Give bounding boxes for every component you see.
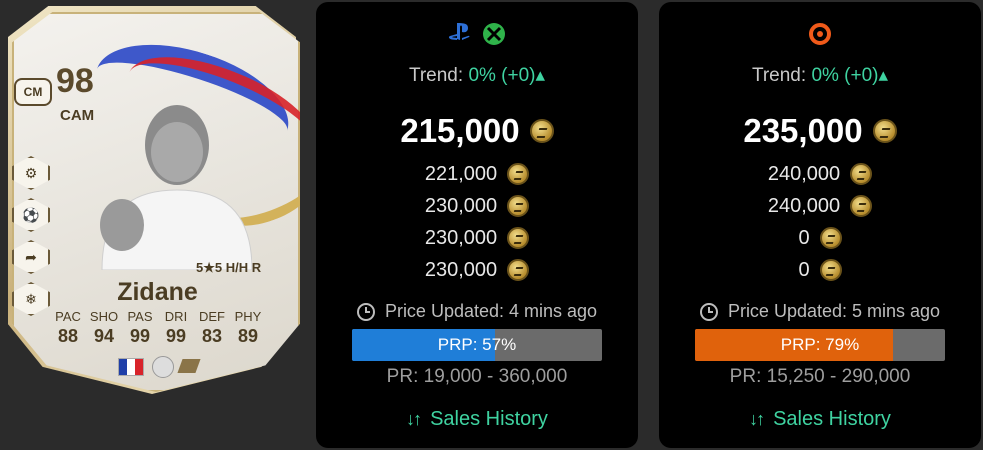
sort-arrows-icon: ↓↑	[406, 409, 422, 429]
stat-value: 99	[129, 326, 151, 346]
price-updated-text: Price Updated: 4 mins ago	[384, 301, 598, 321]
trend-up-arrow-icon: ▴	[535, 65, 546, 86]
stat-value: 99	[165, 326, 187, 346]
trend-value: 0% (+0)	[811, 65, 879, 86]
coin-icon	[850, 195, 873, 217]
price-value: 240,000	[767, 194, 841, 217]
platform-icons	[316, 22, 638, 46]
price-value: 230,000	[424, 226, 498, 249]
player-name: Zidane	[117, 278, 198, 306]
sales-history-button[interactable]: ↓↑ Sales History	[659, 408, 981, 431]
trend-text: Trend: 0% (+0)▴	[659, 64, 981, 87]
platform-icons	[659, 22, 981, 46]
price-row: 230,000	[316, 222, 638, 254]
coin-icon	[507, 195, 530, 217]
league-icon	[152, 356, 174, 378]
price-row: 230,000	[316, 190, 638, 222]
player-rating: 98	[56, 62, 94, 100]
price-range: PR: 19,000 - 360,000	[386, 366, 568, 387]
coin-icon	[529, 119, 554, 143]
lowest-price: 215,000	[316, 112, 638, 150]
price-value: 240,000	[767, 162, 841, 185]
nation-flag-icon	[118, 358, 144, 376]
coin-icon	[819, 259, 842, 281]
price-row: 240,000	[659, 158, 981, 190]
flag-stripe	[135, 359, 143, 375]
coin-icon	[850, 163, 873, 185]
stat-value: 89	[237, 326, 259, 346]
stat-value: 83	[201, 326, 223, 346]
stat-labels: PAC SHO PAS DRI DEF PHY	[50, 309, 266, 324]
prp-label: PRP: 57%	[437, 335, 517, 354]
price-row: 0	[659, 254, 981, 286]
playstation-icon	[448, 23, 470, 40]
trend-value: 0% (+0)	[468, 65, 536, 86]
stat-label: DRI	[164, 309, 188, 324]
trend-label: Trend:	[408, 65, 464, 86]
sales-history-button[interactable]: ↓↑ Sales History	[316, 408, 638, 431]
player-card[interactable]: 98 CM CAM ⚙ ⚽ ➦ ❄ 5★5 H/H R Zidane PAC S…	[0, 0, 315, 450]
coin-icon	[872, 119, 897, 143]
price-value: 230,000	[424, 194, 498, 217]
stat-label: PHY	[234, 309, 262, 324]
coin-icon	[507, 259, 530, 281]
sales-history-label: Sales History	[773, 408, 891, 430]
price-row: 240,000	[659, 190, 981, 222]
xbox-icon	[483, 23, 505, 45]
clock-icon	[699, 302, 718, 321]
trend-label: Trend:	[751, 65, 807, 86]
stat-label: DEF	[199, 309, 225, 324]
coin-icon	[507, 163, 530, 185]
prp-progress-bar: PRP: 57%	[352, 329, 602, 361]
coin-icon	[819, 227, 842, 249]
trend-text: Trend: 0% (+0)▴	[316, 64, 638, 87]
price-value: 230,000	[424, 258, 498, 281]
price-row: 0	[659, 222, 981, 254]
price-value: 0	[798, 226, 810, 249]
price-updated: Price Updated: 4 mins ago	[316, 301, 638, 322]
stat-label: PAS	[127, 309, 153, 324]
origin-icon	[809, 23, 831, 45]
stat-value: 88	[57, 326, 79, 346]
lowest-price: 235,000	[659, 112, 981, 150]
price-value: 221,000	[424, 162, 498, 185]
position-badge: CM	[14, 78, 52, 106]
player-image	[100, 105, 252, 270]
lowest-price-value: 215,000	[400, 112, 520, 149]
alt-position: CAM	[60, 107, 95, 124]
price-range: PR: 15,250 - 290,000	[729, 366, 911, 387]
price-list: 221,000 230,000 230,000 230,000	[316, 158, 638, 286]
coin-icon	[507, 227, 530, 249]
console-price-panel: Trend: 0% (+0)▴ 215,000 221,000 230,000 …	[316, 2, 638, 448]
stat-value: 94	[93, 326, 115, 346]
price-row: 230,000	[316, 254, 638, 286]
stat-values: 88 94 99 99 83 89	[50, 326, 266, 347]
price-list: 240,000 240,000 0 0	[659, 158, 981, 286]
price-updated-text: Price Updated: 5 mins ago	[727, 301, 941, 321]
prp-progress-bar: PRP: 79%	[695, 329, 945, 361]
price-updated: Price Updated: 5 mins ago	[659, 301, 981, 322]
price-value: 0	[798, 258, 810, 281]
pc-price-panel: Trend: 0% (+0)▴ 235,000 240,000 240,000 …	[659, 2, 981, 448]
sort-arrows-icon: ↓↑	[749, 409, 765, 429]
skill-moves-workrate: 5★5 H/H R	[196, 260, 262, 275]
clock-icon	[356, 302, 375, 321]
price-row: 221,000	[316, 158, 638, 190]
stat-label: SHO	[89, 309, 119, 324]
flag-stripe	[119, 359, 127, 375]
prp-label: PRP: 79%	[780, 335, 860, 354]
trend-up-arrow-icon: ▴	[878, 65, 889, 86]
lowest-price-value: 235,000	[743, 112, 863, 149]
sales-history-label: Sales History	[430, 408, 548, 430]
flag-stripe	[127, 359, 135, 375]
stat-label: PAC	[55, 309, 81, 324]
